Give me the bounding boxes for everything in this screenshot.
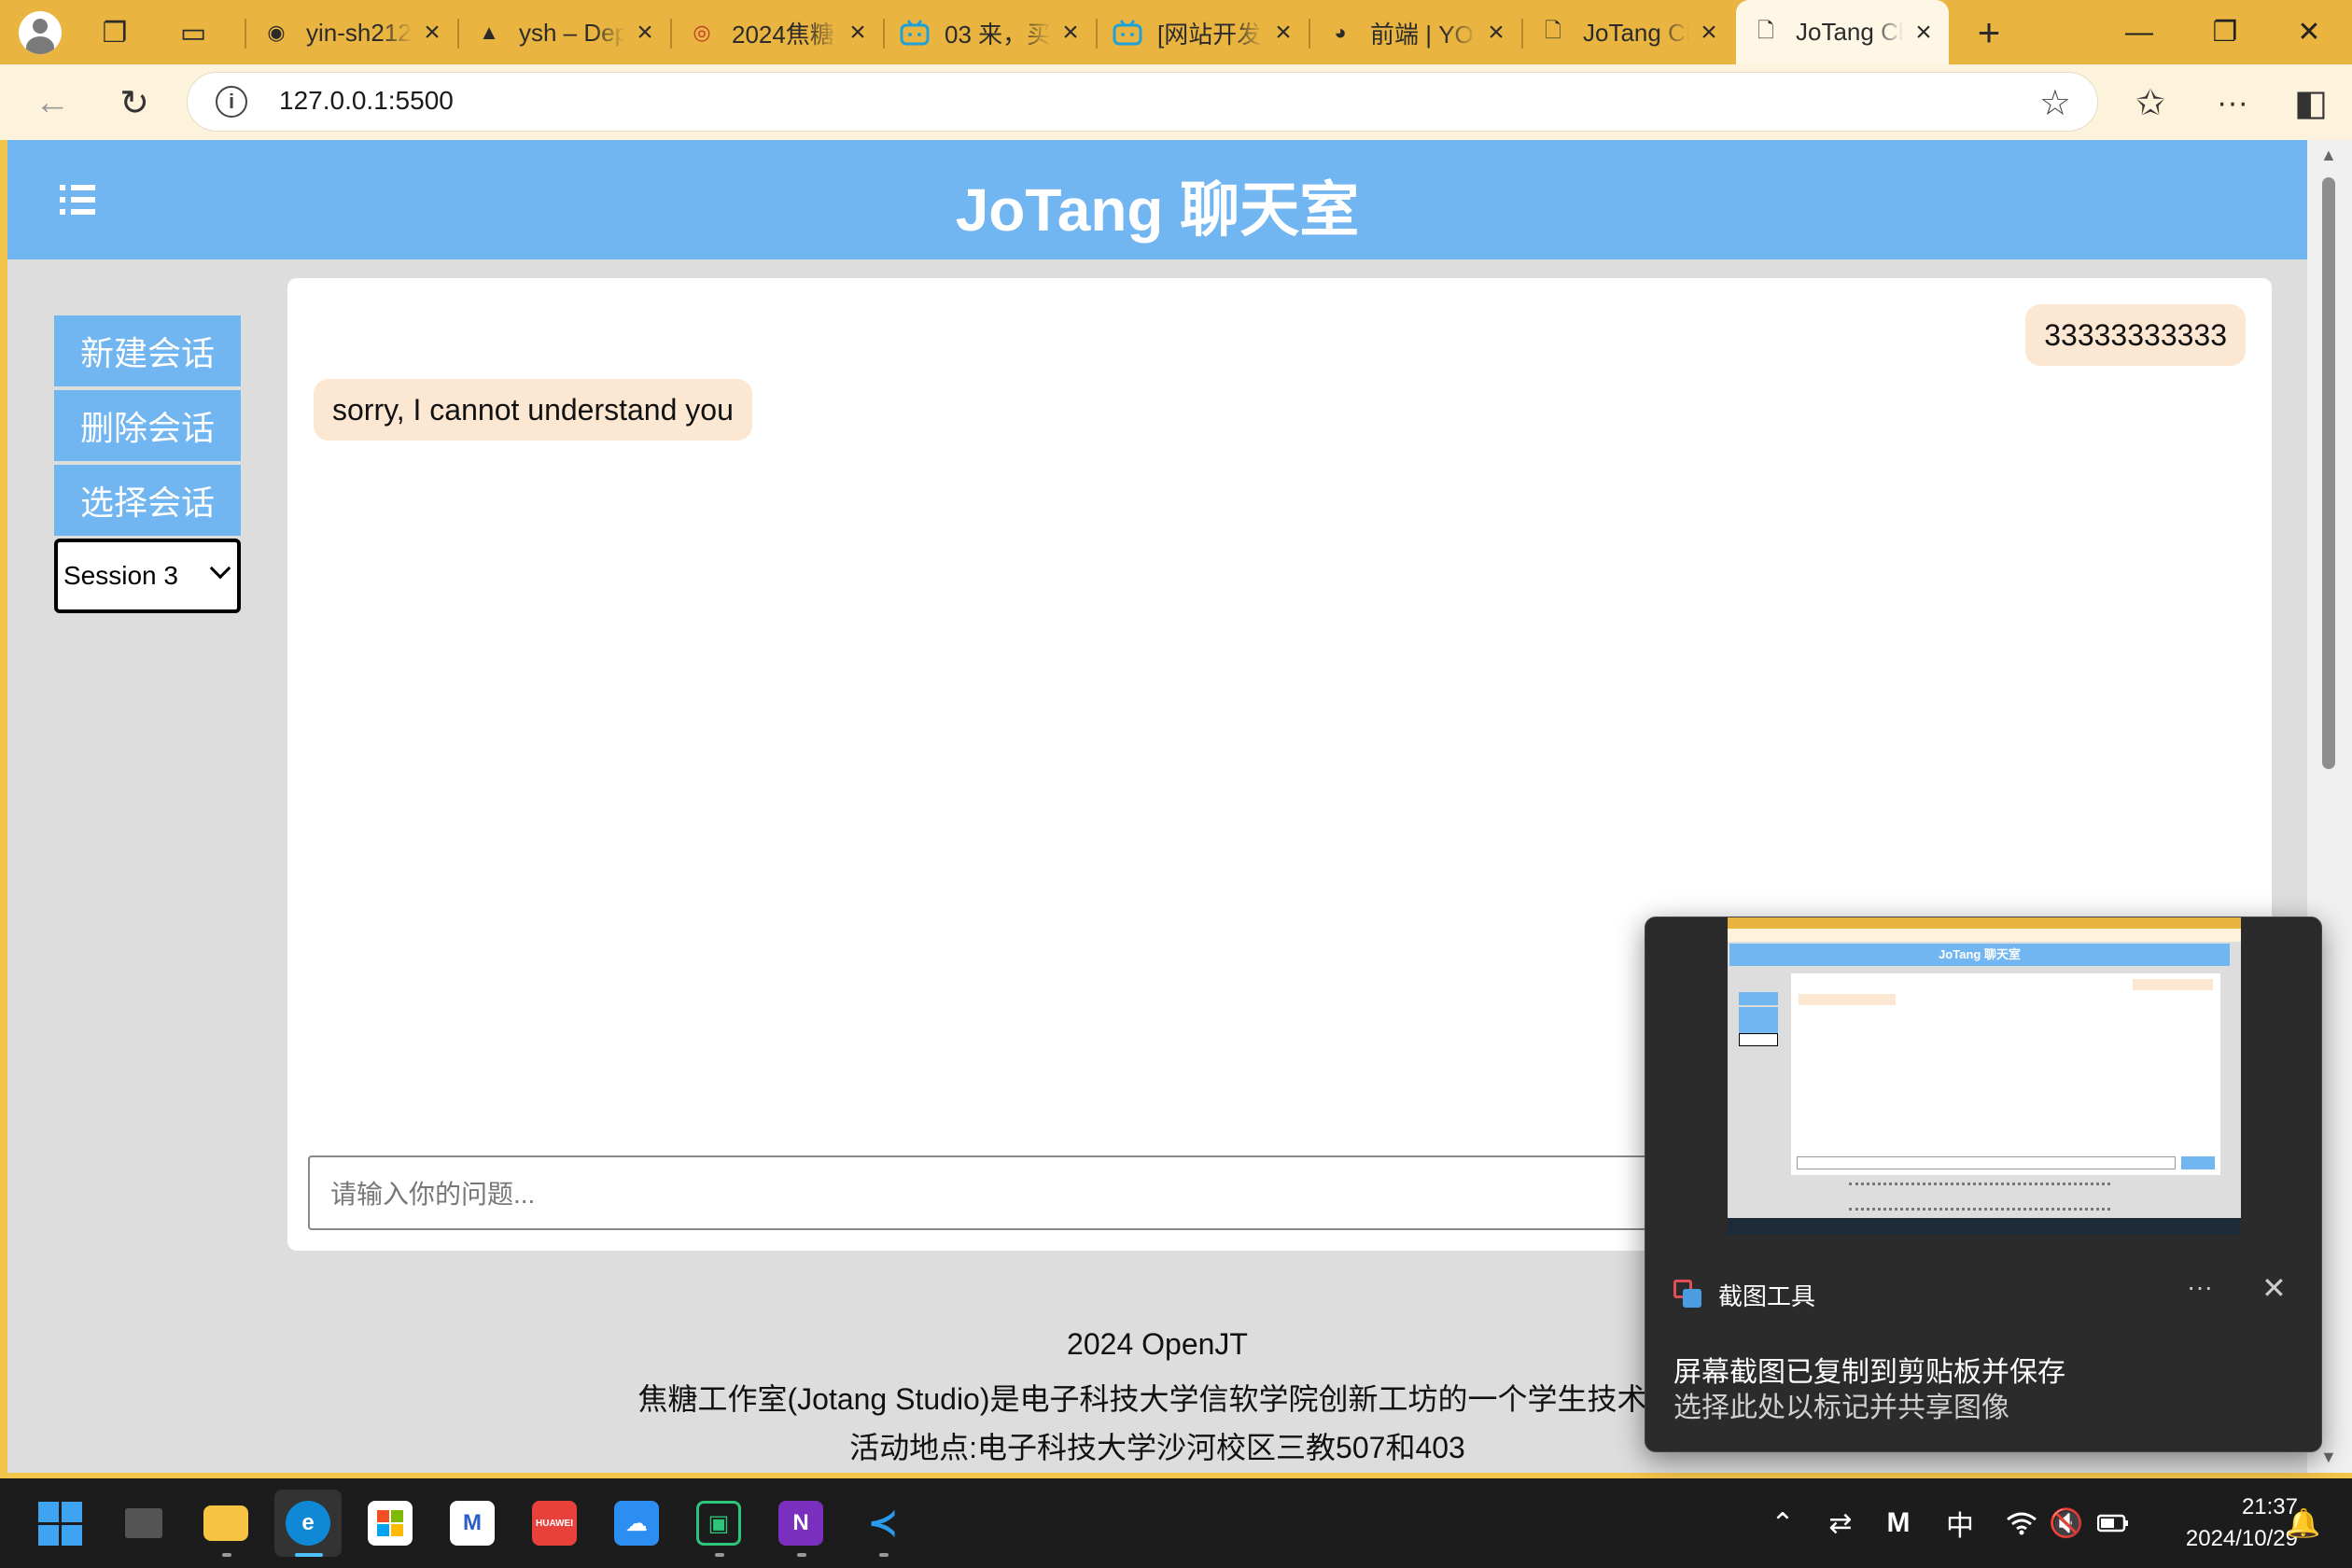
system-clock[interactable]: 21:37 2024/10/29 <box>2143 1491 2298 1555</box>
github-icon: ◉ <box>267 21 286 44</box>
close-icon[interactable]: ✕ <box>2261 1270 2287 1306</box>
address-bar[interactable]: i 127.0.0.1:5500 ☆ <box>187 72 2098 132</box>
tab-title: ysh – Dep <box>519 18 625 47</box>
session-dropdown[interactable]: Session 3 <box>54 539 241 613</box>
browser-tab-active[interactable]: 🗋 JoTang Ch × <box>1736 0 1949 64</box>
tab-close-icon[interactable]: × <box>1910 17 1938 48</box>
tab-close-icon[interactable]: × <box>844 17 872 48</box>
browser-tab-strip: ❐ ▭ ◉ yin-sh212 × ▲ ysh – Dep × ◎ 2024焦糖… <box>0 0 2352 64</box>
clock-date: 2024/10/29 <box>2185 1526 2298 1551</box>
vertical-tabs-icon[interactable]: ▭ <box>170 9 217 56</box>
chevron-down-icon <box>209 557 231 580</box>
cloud-app-icon[interactable]: ☁ <box>603 1490 670 1557</box>
wifi-icon[interactable] <box>2003 1497 2040 1549</box>
tab-title: JoTang Ch <box>1796 18 1904 46</box>
bilibili-icon <box>900 18 930 48</box>
start-windows-icon[interactable] <box>26 1490 93 1557</box>
tab-title: yin-sh212 <box>306 18 412 47</box>
bot-message-bubble: sorry, I cannot understand you <box>314 379 752 441</box>
browser-tab[interactable]: 🗋 JoTang Ch × <box>1523 7 1734 58</box>
owl-icon: ◕ <box>1334 21 1347 44</box>
huawei-app-icon[interactable]: HUAWEI <box>521 1490 588 1557</box>
select-session-button[interactable]: 选择会话 <box>54 465 241 536</box>
snipping-notification[interactable]: JoTang 聊天室 截图工具 ··· ✕ 屏幕截图已复制到剪贴板并保存 选择此… <box>1645 917 2322 1452</box>
tab-close-icon[interactable]: × <box>418 17 446 48</box>
tab-close-icon[interactable]: × <box>1269 17 1297 48</box>
tab-close-icon[interactable]: × <box>1057 17 1085 48</box>
bilibili-icon <box>1113 18 1142 48</box>
profile-avatar-icon[interactable] <box>17 9 63 56</box>
tab-title: 2024焦糖 <box>732 20 834 49</box>
scroll-down-arrow-icon[interactable]: ▼ <box>2320 1448 2337 1467</box>
page-icon: 🗋 <box>1757 18 1774 42</box>
tab-close-icon[interactable]: × <box>1695 17 1723 48</box>
site-info-icon[interactable]: i <box>216 86 247 118</box>
browser-tab[interactable]: ◉ yin-sh212 × <box>246 7 457 58</box>
tab-title: JoTang Ch <box>1583 18 1689 47</box>
thumbnail-title: JoTang 聊天室 <box>1729 944 2230 966</box>
workspaces-icon[interactable]: ❐ <box>91 9 138 56</box>
wechat-devtools-icon[interactable]: ▣ <box>685 1490 752 1557</box>
browser-tab[interactable]: [网站开发 × <box>1098 7 1309 58</box>
notification-bell-icon[interactable]: 🔔 <box>2285 1497 2322 1549</box>
scroll-up-arrow-icon[interactable]: ▲ <box>2320 146 2337 165</box>
spiral-icon: ◎ <box>693 21 711 44</box>
session-dropdown-value: Session 3 <box>63 561 178 590</box>
url-text[interactable]: 127.0.0.1:5500 <box>279 86 454 116</box>
favorites-icon[interactable]: ✩ <box>2126 78 2175 127</box>
microsoft-store-icon[interactable] <box>357 1490 424 1557</box>
window-close-icon[interactable]: ✕ <box>2266 0 2352 64</box>
volume-muted-icon[interactable]: 🔇 <box>2048 1497 2085 1549</box>
new-session-button[interactable]: 新建会话 <box>54 315 241 386</box>
vercel-icon: ▲ <box>479 21 499 44</box>
vscode-icon[interactable]: ≺ <box>849 1490 917 1557</box>
minimize-icon[interactable]: — <box>2096 0 2182 64</box>
restore-icon[interactable]: ❐ <box>2182 0 2268 64</box>
address-toolbar: ← ↻ i 127.0.0.1:5500 ☆ ✩ ··· ◧ <box>0 64 2352 140</box>
scroll-thumb[interactable] <box>2322 177 2335 769</box>
file-explorer-icon[interactable] <box>192 1490 259 1557</box>
clock-time: 21:37 <box>2241 1494 2298 1519</box>
screenshot-thumbnail[interactable]: JoTang 聊天室 <box>1728 917 2241 1235</box>
tab-close-icon[interactable]: × <box>631 17 659 48</box>
tab-close-icon[interactable]: × <box>1482 17 1510 48</box>
sidebar-toggle-icon[interactable]: ◧ <box>2287 78 2335 127</box>
delete-session-button[interactable]: 删除会话 <box>54 390 241 461</box>
tray-settings-icon[interactable]: ⇄ <box>1822 1497 1859 1549</box>
app-header: JoTang 聊天室 <box>7 140 2307 259</box>
input-method-indicator[interactable]: 中 <box>1941 1497 1979 1549</box>
notification-hint: 选择此处以标记并共享图像 <box>1673 1393 2009 1423</box>
note-app-icon[interactable]: M <box>439 1490 506 1557</box>
snipping-tool-icon <box>1673 1280 1701 1308</box>
browser-tab[interactable]: ▲ ysh – Dep × <box>459 7 670 58</box>
edge-browser-icon[interactable]: e <box>274 1490 342 1557</box>
onenote-icon[interactable]: N <box>767 1490 834 1557</box>
user-message-bubble: 33333333333 <box>2025 304 2246 366</box>
tab-title: 前端 | YO <box>1370 20 1474 49</box>
battery-icon[interactable] <box>2094 1497 2132 1549</box>
tab-title: [网站开发 <box>1157 20 1262 49</box>
tab-title: 03 来，买 <box>945 20 1051 49</box>
page-icon: 🗋 <box>1545 19 1561 42</box>
more-options-icon[interactable]: ··· <box>2187 1272 2213 1302</box>
browser-tab[interactable]: ◕ 前端 | YO × <box>1310 7 1521 58</box>
new-tab-plus-icon[interactable]: + <box>1966 9 2012 56</box>
browser-tab[interactable]: ◎ 2024焦糖 × <box>672 7 883 58</box>
browser-tab[interactable]: 03 来，买 × <box>885 7 1096 58</box>
back-arrow-icon[interactable]: ← <box>28 78 77 127</box>
favorite-star-icon[interactable]: ☆ <box>2039 82 2071 124</box>
tray-chevron-up-icon[interactable]: ⌃ <box>1764 1497 1801 1549</box>
page-title: JoTang 聊天室 <box>955 176 1360 244</box>
taskbar: e M HUAWEI ☁ ▣ N ≺ ⌃ ⇄ M 中 🔇 21:37 2024/… <box>0 1478 2352 1568</box>
reload-icon[interactable]: ↻ <box>110 78 159 127</box>
tray-app-icon[interactable]: M <box>1880 1497 1917 1549</box>
more-options-icon[interactable]: ··· <box>2208 78 2257 127</box>
notification-app-name: 截图工具 <box>1718 1282 1816 1310</box>
task-view-icon[interactable] <box>110 1490 177 1557</box>
